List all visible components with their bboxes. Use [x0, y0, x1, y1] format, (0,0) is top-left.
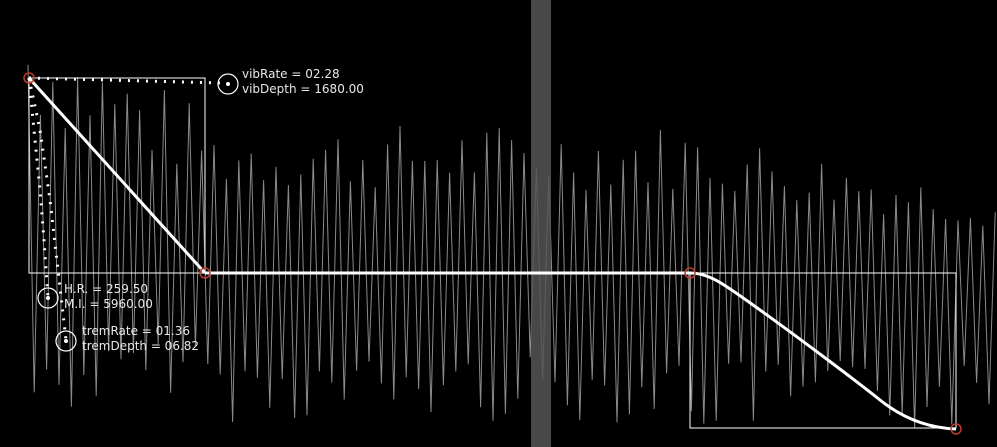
- harmonicity-label: H.R. = 259.50 M.I. = 5960.00: [64, 282, 153, 312]
- envelope-editor-canvas[interactable]: [0, 0, 997, 447]
- tremolo-dotted-line: [27, 77, 68, 341]
- attack-envelope-line: [27, 76, 207, 275]
- modulation-index-text: M.I. = 5960.00: [64, 297, 153, 311]
- trem-depth-text: tremDepth = 06.82: [82, 339, 200, 353]
- trem-rate-text: tremRate = 01.36: [82, 324, 190, 338]
- vibrato-label: vibRate = 02.28 vibDepth = 1680.00: [242, 67, 364, 97]
- waveform-display: [27, 64, 996, 429]
- vib-rate-text: vibRate = 02.28: [242, 67, 340, 81]
- harmonicity-ratio-text: H.R. = 259.50: [64, 282, 149, 296]
- vibrato-dotted-line: [28, 76, 223, 85]
- vibrato-knob[interactable]: [217, 73, 239, 95]
- waveform-trace: [27, 64, 996, 429]
- playhead[interactable]: [531, 0, 551, 447]
- vib-depth-text: vibDepth = 1680.00: [242, 82, 364, 96]
- tremolo-label: tremRate = 01.36 tremDepth = 06.82: [82, 324, 199, 354]
